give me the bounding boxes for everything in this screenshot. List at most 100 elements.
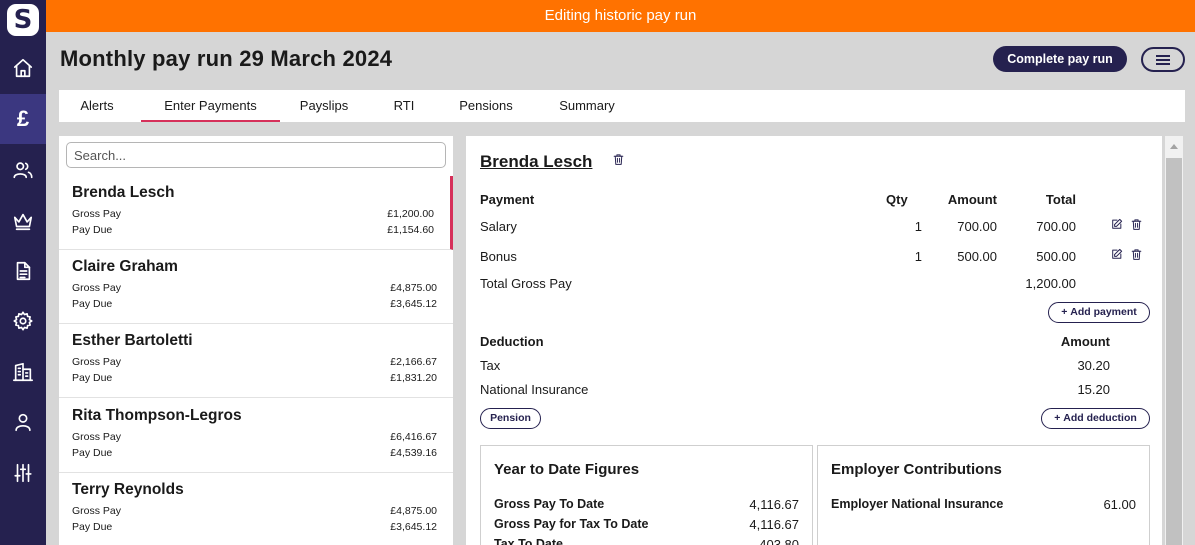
edit-icon (1112, 218, 1123, 229)
scroll-up-icon[interactable] (1170, 144, 1178, 149)
total-header: Total (1045, 192, 1076, 207)
trash-icon (613, 154, 624, 165)
deduction-name: Tax (480, 358, 501, 373)
payment-qty: 1 (914, 219, 922, 234)
amount-header: Amount (947, 192, 997, 207)
ytd-value: 403.80 (759, 537, 799, 545)
add-payment-button[interactable]: + Add payment (1048, 302, 1150, 323)
edit-payment-button[interactable] (1110, 248, 1123, 266)
gross-pay-value: £1,200.00 (387, 208, 434, 220)
ytd-title: Year to Date Figures (494, 461, 640, 478)
gross-pay-label: Gross Pay (72, 208, 122, 220)
plus-icon: + (1061, 306, 1068, 318)
employee-item[interactable]: Claire Graham Gross Pay £4,875.00 Pay Due… (59, 250, 453, 324)
employee-name: Rita Thompson-Legros (72, 407, 242, 424)
employee-name: Claire Graham (72, 258, 178, 275)
tab-rti[interactable]: RTI (377, 90, 431, 122)
app-logo[interactable]: S (7, 4, 39, 36)
employee-name: Brenda Lesch (72, 184, 175, 201)
employee-item[interactable]: Brenda Lesch Gross Pay £1,200.00 Pay Due £… (59, 176, 453, 250)
pay-due-value: £3,645.12 (390, 298, 437, 310)
tab-pensions[interactable]: Pensions (449, 90, 523, 122)
gross-pay-value: £6,416.67 (390, 431, 437, 443)
employee-detail-name[interactable]: Brenda Lesch (480, 152, 592, 172)
add-deduction-button[interactable]: + Add deduction (1041, 408, 1150, 429)
pay-due-value: £3,645.12 (390, 521, 437, 533)
employee-item[interactable]: Terry Reynolds Gross Pay £4,875.00 Pay Du… (59, 473, 453, 545)
employer-title: Employer Contributions (831, 461, 1002, 478)
nav-company[interactable] (0, 347, 46, 397)
sidebar: S £ (0, 0, 46, 545)
building-icon (13, 362, 33, 382)
nav-documents[interactable] (0, 246, 46, 296)
ytd-box: Year to Date Figures Gross Pay To Date 4… (480, 445, 813, 545)
gross-pay-label: Gross Pay (72, 356, 122, 368)
menu-button[interactable] (1141, 47, 1185, 72)
payment-total: 500.00 (1036, 249, 1076, 264)
complete-pay-run-button[interactable]: Complete pay run (993, 46, 1127, 72)
gross-pay-label: Gross Pay (72, 505, 122, 517)
gear-icon (13, 311, 33, 331)
hamburger-icon (1156, 54, 1170, 65)
total-gross-value: 1,200.00 (1025, 276, 1076, 291)
scrollbar-thumb[interactable] (1166, 158, 1182, 545)
edit-icon (1112, 248, 1123, 259)
qty-header: Qty (886, 192, 908, 207)
gross-pay-label: Gross Pay (72, 282, 122, 294)
crown-icon (13, 213, 33, 231)
tab-summary[interactable]: Summary (549, 90, 625, 122)
pay-due-label: Pay Due (72, 372, 113, 384)
delete-payment-button[interactable] (1130, 248, 1143, 266)
payment-amount: 700.00 (957, 219, 997, 234)
payment-amount: 500.00 (957, 249, 997, 264)
delete-employee-button[interactable] (612, 153, 625, 171)
nav-adjustments[interactable] (0, 448, 46, 498)
gross-pay-value: £4,875.00 (390, 282, 437, 294)
add-deduction-label: Add deduction (1063, 412, 1137, 424)
deduction-amount-header: Amount (1060, 334, 1110, 349)
nav-people[interactable] (0, 145, 46, 195)
deduction-name: National Insurance (480, 382, 589, 397)
employee-item[interactable]: Rita Thompson-Legros Gross Pay £6,416.67 … (59, 399, 453, 473)
pay-due-label: Pay Due (72, 298, 113, 310)
ytd-value: 4,116.67 (749, 497, 799, 512)
employee-name: Esther Bartoletti (72, 332, 193, 349)
historic-banner: Editing historic pay run (46, 0, 1195, 32)
employer-contributions-box: Employer Contributions Employer National… (817, 445, 1150, 545)
pension-button[interactable]: Pension (480, 408, 541, 429)
home-icon (13, 58, 33, 78)
deduction-amount: 15.20 (1077, 382, 1110, 397)
tab-alerts[interactable]: Alerts (59, 90, 135, 122)
tab-enter-payments[interactable]: Enter Payments (141, 90, 280, 122)
gross-pay-value: £4,875.00 (390, 505, 437, 517)
employee-name: Terry Reynolds (72, 481, 184, 498)
gross-pay-value: £2,166.67 (390, 356, 437, 368)
nav-settings[interactable] (0, 296, 46, 346)
nav-pay-runs[interactable]: £ (0, 94, 46, 144)
page-title: Monthly pay run 29 March 2024 (60, 46, 393, 71)
nav-profile[interactable] (0, 397, 46, 447)
pay-due-value: £1,831.20 (390, 372, 437, 384)
employer-value: 61.00 (1103, 497, 1136, 512)
pound-icon: £ (16, 106, 30, 131)
tab-bar: Alerts Enter Payments Payslips RTI Pensi… (59, 90, 1185, 122)
search-input[interactable] (66, 142, 446, 168)
sliders-icon (14, 463, 32, 483)
add-payment-label: Add payment (1070, 306, 1137, 318)
detail-scrollbar[interactable] (1165, 136, 1183, 545)
payment-name: Bonus (480, 249, 517, 264)
nav-crown[interactable] (0, 196, 46, 246)
pay-due-label: Pay Due (72, 521, 113, 533)
employee-detail-panel: Brenda Lesch Payment Qty Amount Total Sa… (466, 136, 1162, 545)
deduction-amount: 30.20 (1077, 358, 1110, 373)
payment-name: Salary (480, 219, 517, 234)
delete-payment-button[interactable] (1130, 218, 1143, 236)
edit-payment-button[interactable] (1110, 218, 1123, 236)
tab-payslips[interactable]: Payslips (285, 90, 363, 122)
pay-due-value: £4,539.16 (390, 447, 437, 459)
total-gross-label: Total Gross Pay (480, 276, 572, 291)
person-icon (15, 413, 31, 432)
employee-item[interactable]: Esther Bartoletti Gross Pay £2,166.67 Pay… (59, 324, 453, 398)
nav-home[interactable] (0, 43, 46, 93)
pay-due-value: £1,154.60 (387, 224, 434, 236)
